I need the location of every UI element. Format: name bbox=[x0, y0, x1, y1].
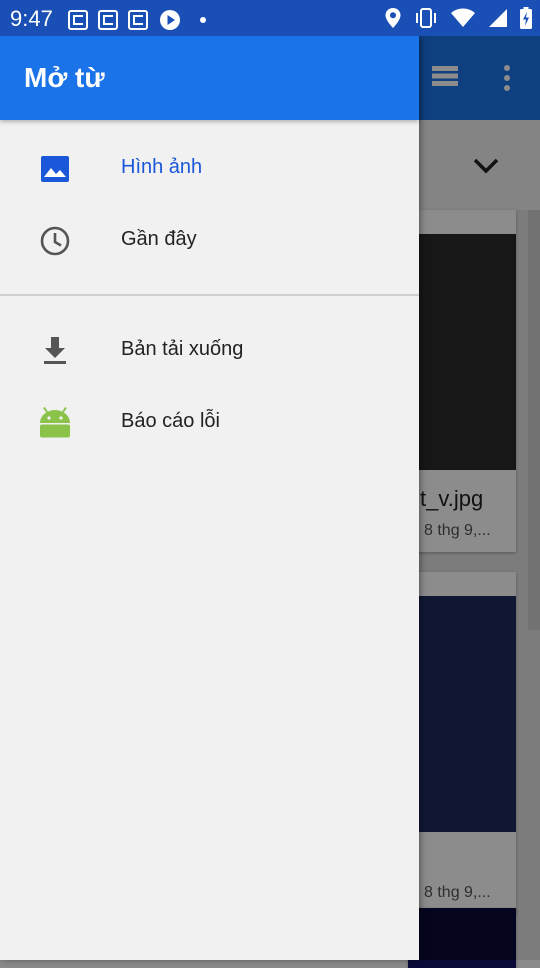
vibrate-icon bbox=[416, 8, 436, 28]
status-notifications bbox=[68, 8, 206, 32]
navigation-drawer: Mở từ Hình ảnh Gần đây Bản tải xuống Báo… bbox=[0, 36, 419, 960]
location-icon bbox=[385, 8, 401, 28]
root-item-recent[interactable]: Gần đây bbox=[0, 204, 419, 276]
dot-icon bbox=[200, 17, 206, 23]
status-time: 9:47 bbox=[10, 6, 53, 31]
root-item-label: Gần đây bbox=[121, 228, 197, 250]
root-item-label: Bản tải xuống bbox=[121, 338, 244, 360]
other-roots-list: Bản tải xuống Báo cáo lỗi bbox=[0, 314, 419, 458]
clock-icon bbox=[40, 226, 70, 256]
drawer-title: Mở từ bbox=[24, 62, 105, 93]
signal-icon bbox=[489, 9, 507, 27]
drawer-header: Mở từ bbox=[0, 36, 419, 120]
android-icon bbox=[40, 406, 70, 438]
status-bar: 9:47 bbox=[0, 0, 540, 36]
notification-icon bbox=[128, 10, 148, 30]
root-item-downloads[interactable]: Bản tải xuống bbox=[0, 314, 419, 386]
roots-list: Hình ảnh Gần đây bbox=[0, 132, 419, 276]
drawer-divider bbox=[0, 294, 419, 296]
status-system-icons bbox=[384, 7, 532, 29]
root-item-images[interactable]: Hình ảnh bbox=[0, 132, 419, 204]
wifi-icon bbox=[451, 8, 475, 27]
notification-icon bbox=[68, 10, 88, 30]
root-item-label: Hình ảnh bbox=[121, 156, 203, 178]
root-item-label: Báo cáo lỗi bbox=[121, 410, 220, 432]
root-item-bug-report[interactable]: Báo cáo lỗi bbox=[0, 386, 419, 458]
download-icon bbox=[44, 337, 66, 364]
notification-icon bbox=[98, 10, 118, 30]
play-icon bbox=[160, 10, 180, 30]
image-icon bbox=[41, 156, 69, 182]
battery-charging-icon bbox=[520, 7, 532, 29]
